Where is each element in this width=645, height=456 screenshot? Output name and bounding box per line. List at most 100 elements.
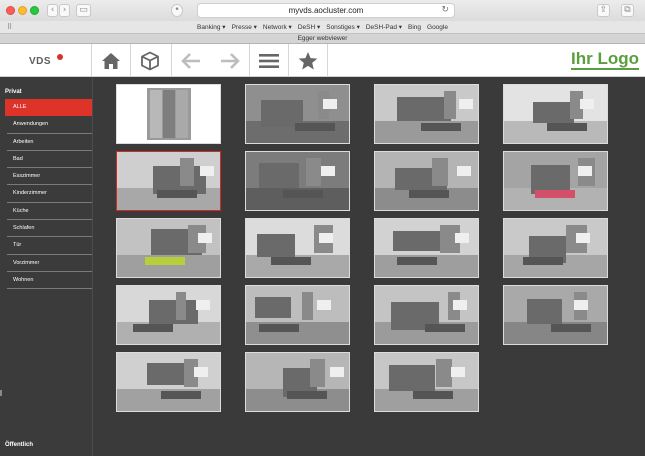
gallery-thumbnail-kitchen-galley[interactable] [245, 352, 350, 412]
gallery-thumbnail-kitchen-white[interactable] [374, 218, 479, 278]
sidebar-item-küche[interactable]: Küche [7, 203, 92, 221]
window-shape [459, 99, 473, 109]
sidebar-item-arbeiten[interactable]: Arbeiten [7, 134, 92, 151]
gallery-thumbnail-bathroom-vanity[interactable] [116, 151, 221, 211]
favorite-link[interactable]: Banking ▾ [197, 24, 226, 31]
gallery-thumbnail-living-room-sofa[interactable] [374, 352, 479, 412]
next-button[interactable] [210, 44, 249, 77]
arrow-right-icon [220, 52, 240, 69]
sidebar-item-bad[interactable]: Bad [7, 151, 92, 169]
sidebar-item-vorzimmer[interactable]: Vorzimmer [7, 255, 92, 272]
window-shape [580, 99, 594, 109]
sidebar-item-schlafen[interactable]: Schlafen [7, 220, 92, 238]
furniture-shape [547, 123, 587, 131]
browser-titlebar: ‹ › ▭ • myvds.aocluster.com ↻ ⇪ ⧉ [0, 0, 645, 21]
gallery-thumbnail-living-room-green-chair[interactable] [116, 218, 221, 278]
gallery-thumbnail-doors-hallway[interactable] [245, 285, 350, 345]
browser-back-button[interactable]: ‹ [47, 4, 58, 17]
tab-title[interactable]: Egger webviewer [298, 35, 348, 42]
furniture-shape [176, 292, 186, 320]
sidebar-item-anwendungen[interactable]: Anwendungen [7, 116, 92, 134]
window-shape [330, 367, 344, 377]
furniture-shape [432, 158, 448, 186]
furniture-shape [389, 365, 435, 391]
reload-icon[interactable]: ↻ [441, 4, 449, 17]
gallery-thumbnail-living-shelves-dark[interactable] [245, 151, 350, 211]
favorite-link[interactable]: Sonstiges ▾ [326, 24, 360, 31]
furniture-shape [302, 292, 313, 320]
gallery-thumbnail-office-attic[interactable] [503, 84, 608, 144]
gallery-thumbnail-sliding-wardrobe-doors[interactable] [116, 84, 221, 144]
furniture-shape [259, 324, 299, 332]
furniture-shape [397, 97, 451, 121]
furniture-shape [551, 324, 591, 332]
menu-button[interactable] [249, 44, 288, 77]
sidebar-heading[interactable]: Privat [5, 89, 22, 95]
arrow-left-icon [181, 52, 200, 69]
furniture-shape [425, 324, 465, 332]
gallery-thumbnail-living-tv-wall[interactable] [503, 285, 608, 345]
3d-view-button[interactable] [130, 44, 169, 77]
previous-button[interactable] [171, 44, 210, 77]
furniture-shape [523, 257, 563, 265]
browser-forward-button[interactable]: › [59, 4, 70, 17]
tabs-button[interactable]: ⧉ [621, 4, 634, 17]
window-shape [319, 233, 333, 243]
address-bar[interactable]: myvds.aocluster.com ↻ [197, 3, 455, 18]
furniture-shape [283, 190, 323, 198]
window-shape [317, 300, 331, 310]
favorite-link[interactable]: Bing [408, 24, 421, 31]
furniture-shape [310, 359, 325, 387]
window-shape [198, 233, 212, 243]
gallery-thumbnail-room-easel[interactable] [374, 285, 479, 345]
furniture-shape [409, 190, 449, 198]
favorite-link[interactable]: Google [427, 24, 448, 31]
cube-icon [141, 51, 159, 70]
furniture-shape [527, 299, 562, 324]
collapse-handle-icon[interactable] [0, 390, 3, 396]
window-zoom-button[interactable] [30, 6, 39, 15]
gallery-thumbnail-staircase-storage[interactable] [116, 352, 221, 412]
window-shape [196, 300, 210, 310]
furniture-shape [180, 158, 194, 186]
sidebar-item-esszimmer[interactable]: Esszimmer [7, 168, 92, 186]
sidebar-toggle-button[interactable]: ▭ [76, 4, 91, 17]
gallery-thumbnail-bedroom-wardrobe[interactable] [503, 218, 608, 278]
favorites-bar: ⠿ Banking ▾ Presse ▾ Network ▾ DeSH ▾ Sonsti… [0, 21, 645, 33]
sidebar-item-tür[interactable]: Tür [7, 237, 92, 255]
favorites-list: Banking ▾ Presse ▾ Network ▾ DeSH ▾ Sonstige… [0, 23, 645, 31]
furniture-shape [161, 391, 201, 399]
sidebar-item-kinderzimmer[interactable]: Kinderzimmer [7, 185, 92, 203]
furniture-shape [259, 163, 299, 188]
home-icon [102, 52, 120, 69]
category-list: ALLE Anwendungen Arbeiten Bad Esszimmer Kinde… [5, 99, 92, 290]
gallery-thumbnail-kids-room-cushions[interactable] [503, 151, 608, 211]
furniture-shape [306, 158, 321, 186]
favorite-link[interactable]: DeSH-Pad ▾ [366, 24, 402, 31]
furniture-shape [133, 324, 173, 332]
favorite-link[interactable]: Presse ▾ [232, 24, 257, 31]
gallery-thumbnail-display-shelf-unit[interactable] [245, 84, 350, 144]
gallery-thumbnail-bedroom-art[interactable] [116, 285, 221, 345]
share-button[interactable]: ⇪ [597, 4, 610, 17]
home-button[interactable] [91, 44, 130, 77]
furniture-shape [444, 91, 456, 119]
window-minimize-button[interactable] [18, 6, 27, 15]
furniture-shape [436, 359, 452, 387]
furniture-shape [397, 257, 437, 265]
favorites-button[interactable] [288, 44, 327, 77]
wardrobe-door [176, 90, 188, 138]
gallery-thumbnail-dining-room[interactable] [374, 151, 479, 211]
sidebar-item-wohnen[interactable]: Wohnen [7, 272, 92, 290]
favorite-link[interactable]: DeSH ▾ [298, 24, 320, 31]
sidebar-footer-section[interactable]: Öffentlich [5, 442, 33, 448]
gallery-thumbnail-office-desk-window[interactable] [374, 84, 479, 144]
sidebar-item-alle[interactable]: ALLE [5, 99, 92, 117]
favorite-link[interactable]: Network ▾ [263, 24, 292, 31]
star-icon [298, 51, 318, 69]
reader-icon[interactable]: • [171, 4, 183, 17]
window-shape [200, 166, 214, 176]
gallery-thumbnail-kitchen-island[interactable] [245, 218, 350, 278]
window-close-button[interactable] [6, 6, 15, 15]
furniture-shape [157, 190, 197, 198]
